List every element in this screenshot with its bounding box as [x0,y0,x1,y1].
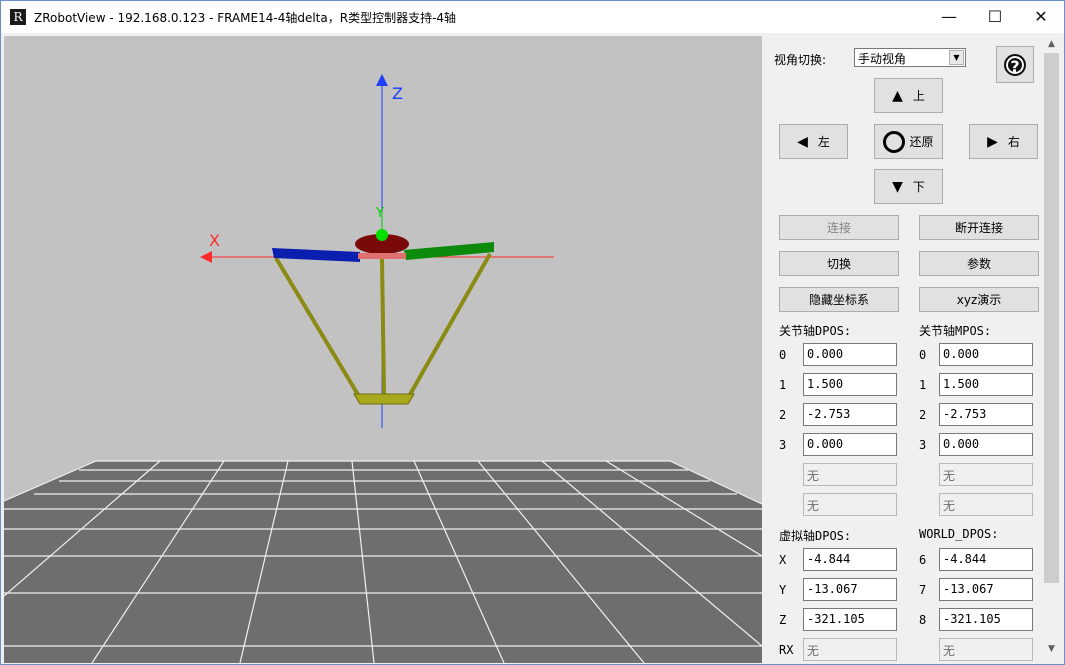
world-dpos-field[interactable]: -13.067 [939,578,1033,601]
scroll-down-icon[interactable]: ▼ [1043,641,1060,658]
joint-dpos-field[interactable]: -2.753 [803,403,897,426]
y-axis-label: Y [375,206,384,221]
virtual-dpos-index: X [779,553,787,567]
virtual-dpos-field-empty: 无 [803,638,897,661]
scroll-thumb[interactable] [1044,53,1059,583]
app-icon: R [10,9,26,25]
app-window: R ZRobotView - 192.168.0.123 - FRAME14-4… [0,0,1065,665]
floor-plane [4,461,762,663]
circle-icon [883,130,906,153]
chevron-down-icon[interactable]: ▼ [949,50,964,65]
view-down-label: 下 [912,180,925,194]
x-axis-label: X [209,231,220,250]
view-reset-button[interactable]: 还原 [874,124,943,159]
joint-dpos-field[interactable]: 0.000 [803,343,897,366]
virtual-dpos-field[interactable]: -321.105 [803,608,897,631]
world-dpos-index: 6 [919,553,927,567]
joint-dpos-index: 0 [779,348,787,362]
world-dpos-index: 7 [919,583,927,597]
virtual-dpos-index: Z [779,613,787,627]
joint-dpos-index: 3 [779,438,787,452]
scroll-up-icon[interactable]: ▲ [1043,36,1060,53]
left-arm [272,248,360,262]
view-mode-select[interactable]: 手动视角 ▼ [854,48,966,67]
triangle-right-icon: ▶ [987,133,998,150]
help-button[interactable]: ? [996,46,1034,83]
view-right-label: 右 [1007,135,1020,149]
joint-mpos-field[interactable]: 0.000 [939,343,1033,366]
view-reset-label: 还原 [909,135,934,149]
joint-mpos-index: 0 [919,348,927,362]
help-icon: ? [1004,53,1026,76]
joint-dpos-field[interactable]: 1.500 [803,373,897,396]
world-dpos-label: WORLD_DPOS: [919,527,999,541]
disconnect-button[interactable]: 断开连接 [919,215,1039,240]
virtual-dpos-field[interactable]: -4.844 [803,548,897,571]
joint-mpos-index: 3 [919,438,927,452]
connect-button[interactable]: 连接 [779,215,899,240]
robot-3d-viewport[interactable]: Z X Y [4,36,762,663]
close-button[interactable]: ✕ [1018,1,1064,33]
joint-mpos-field[interactable]: 0.000 [939,433,1033,456]
view-switch-label: 视角切换: [774,53,827,67]
joint-mpos-index: 1 [919,378,927,392]
triangle-up-icon: ▲ [892,87,903,104]
x-axis-arrow-icon [200,251,212,263]
joint-dpos-label: 关节轴DPOS: [779,324,852,338]
joint-mpos-field-empty: 无 [939,493,1033,516]
joint-dpos-index: 2 [779,408,787,422]
params-button[interactable]: 参数 [919,251,1039,276]
panel-scrollbar[interactable]: ▲ ▼ [1043,36,1060,663]
window-title: ZRobotView - 192.168.0.123 - FRAME14-4轴d… [34,11,457,25]
world-dpos-index: 8 [919,613,927,627]
joint-mpos-field[interactable]: -2.753 [939,403,1033,426]
hub-ring [358,253,406,259]
virtual-dpos-label: 虚拟轴DPOS: [779,529,852,543]
z-axis-label: Z [392,84,403,103]
joint-mpos-index: 2 [919,408,927,422]
title-bar[interactable]: R ZRobotView - 192.168.0.123 - FRAME14-4… [1,1,1064,33]
joint-dpos-field-empty: 无 [803,493,897,516]
control-panel: 视角切换: 手动视角 ▼ ? ▲ 上 ◀ 左 还原 ▶ 右 ▼ 下 连接 断开连接 切换… [765,36,1043,663]
effector-platform [353,393,415,405]
joint-dpos-index: 1 [779,378,787,392]
joint-dpos-field-empty: 无 [803,463,897,486]
joint-dpos-field[interactable]: 0.000 [803,433,897,456]
world-dpos-field[interactable]: -321.105 [939,608,1033,631]
minimize-button[interactable]: — [926,1,972,33]
switch-button[interactable]: 切换 [779,251,899,276]
hide-coords-button[interactable]: 隐藏坐标系 [779,287,899,312]
triangle-down-icon: ▼ [892,178,903,195]
xyz-demo-button[interactable]: xyz演示 [919,287,1039,312]
delta-linkage [274,253,492,400]
view-mode-value: 手动视角 [858,52,907,66]
view-left-button[interactable]: ◀ 左 [779,124,848,159]
virtual-dpos-index: RX [779,643,794,657]
joint-mpos-field[interactable]: 1.500 [939,373,1033,396]
scene-svg: Z X Y [4,74,762,663]
view-right-button[interactable]: ▶ 右 [969,124,1038,159]
view-up-label: 上 [912,89,925,103]
origin-marker [376,229,388,241]
joint-mpos-label: 关节轴MPOS: [919,324,992,338]
world-dpos-field[interactable]: -4.844 [939,548,1033,571]
triangle-left-icon: ◀ [797,133,808,150]
joint-mpos-field-empty: 无 [939,463,1033,486]
world-dpos-field-empty: 无 [939,638,1033,661]
maximize-button[interactable]: ☐ [972,1,1018,33]
view-left-label: 左 [817,135,830,149]
virtual-dpos-index: Y [779,583,787,597]
virtual-dpos-field[interactable]: -13.067 [803,578,897,601]
view-up-button[interactable]: ▲ 上 [874,78,943,113]
z-axis-arrow-icon [376,74,388,86]
view-down-button[interactable]: ▼ 下 [874,169,943,204]
